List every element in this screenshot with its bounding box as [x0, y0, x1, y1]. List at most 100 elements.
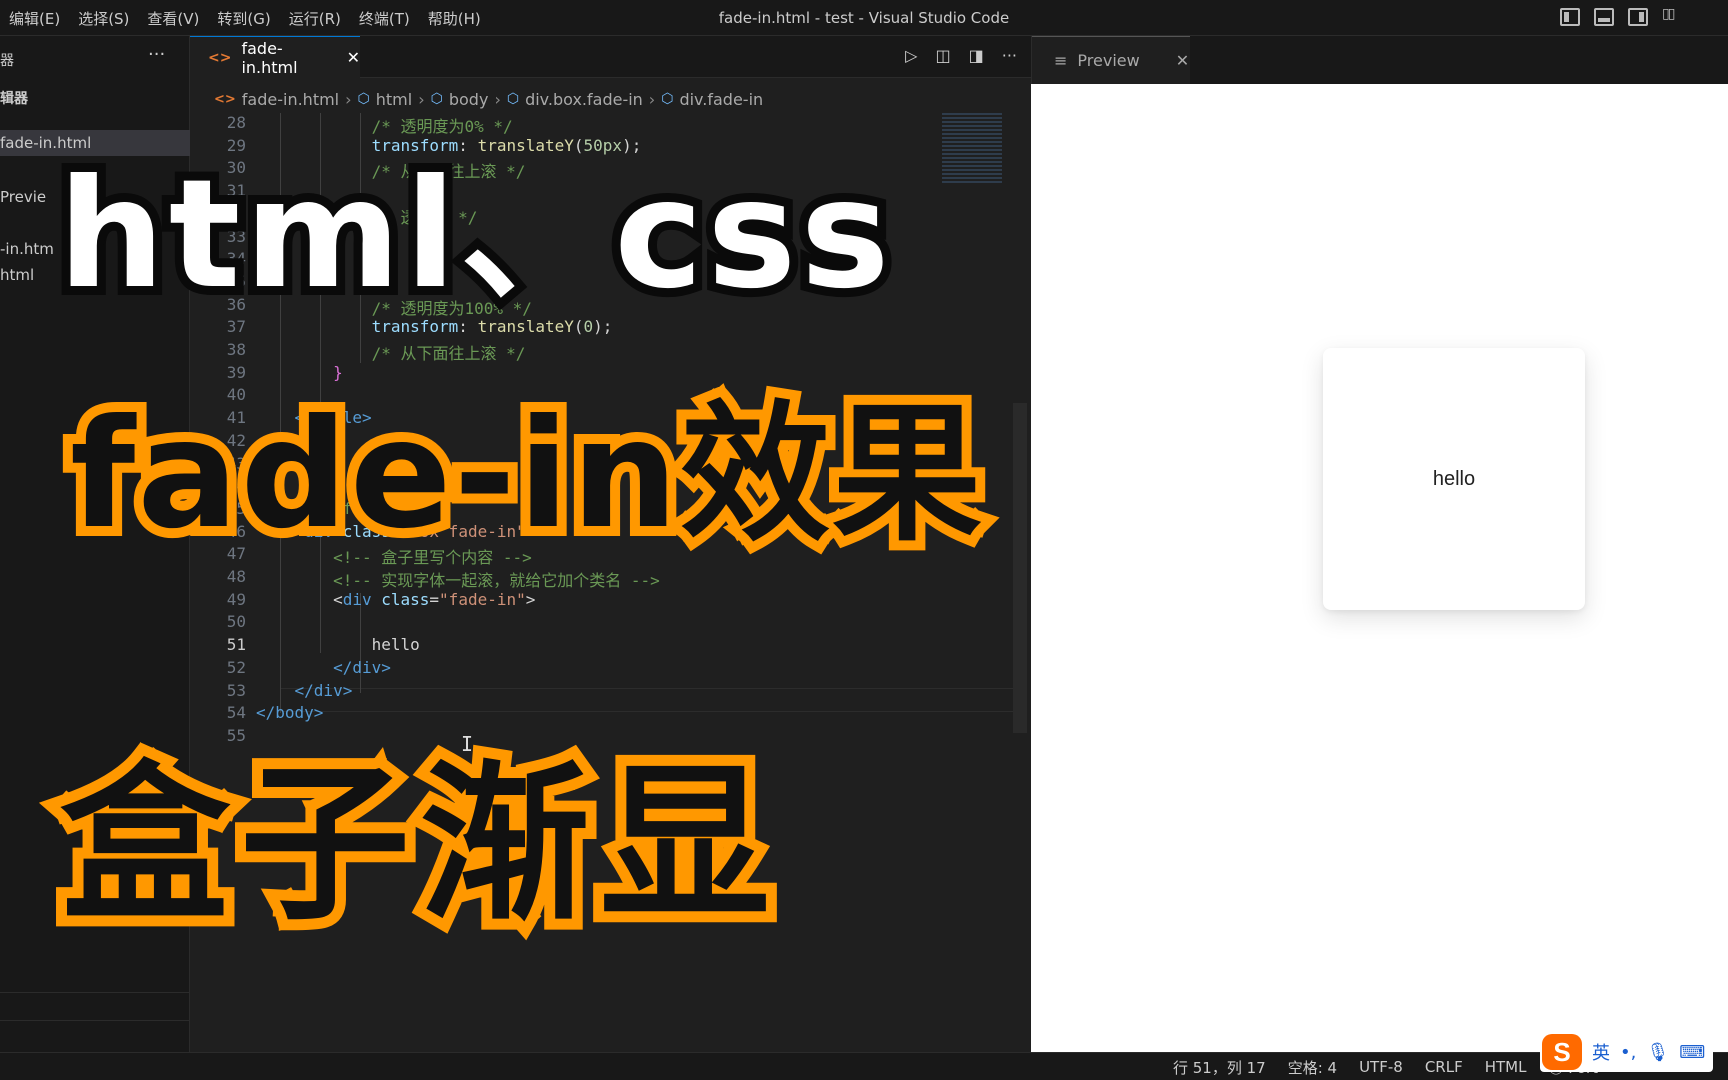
code-line: } [256, 363, 343, 382]
code-line: </div> [256, 680, 353, 700]
chevron-right-icon: › [418, 89, 425, 109]
element-cube-icon: ⬡ [661, 91, 674, 107]
code-line: </div> [256, 658, 391, 677]
preview-tab-label: Preview [1077, 51, 1140, 70]
tab-label: fade-in.html [241, 38, 298, 77]
banner-title-line1: html、css [49, 148, 899, 322]
line-ending[interactable]: CRLF [1425, 1058, 1463, 1076]
line-number: 52 [226, 657, 246, 677]
cursor-position[interactable]: 行 51，列 17 [1173, 1057, 1266, 1078]
code-line: <div class="fade-in"> [256, 590, 535, 609]
language-mode[interactable]: HTML [1485, 1058, 1527, 1076]
menu-item[interactable]: 终端(T) [350, 8, 419, 29]
code-token: </div> [256, 657, 391, 677]
sogou-logo-icon: S [1542, 1034, 1582, 1070]
code-token: hello [256, 635, 420, 655]
menu-item[interactable]: 转到(G) [208, 8, 279, 29]
banner-title-line2: fade-in效果 [60, 388, 992, 562]
line-number: 50 [226, 612, 246, 632]
line-number: 55 [226, 725, 246, 745]
breadcrumb-div-fade-in[interactable]: ⬡ div.fade-in [661, 90, 763, 109]
code-token: </div> [256, 680, 353, 700]
element-cube-icon: ⬡ [506, 91, 520, 107]
code-token: </body> [256, 703, 324, 723]
close-tab-icon[interactable]: ✕ [347, 48, 360, 67]
code-line: /* 从下面往上滚 */ [256, 340, 526, 364]
status-right: 行 51，列 17 空格: 4 UTF-8 CRLF HTML ⦿ Port [1173, 1053, 1598, 1080]
split-editor-icon[interactable]: ◨ [969, 46, 984, 65]
tab-fade-in-html[interactable]: <> fade-in.html ✕ [190, 36, 360, 78]
vertical-scrollbar[interactable] [1013, 403, 1027, 733]
keyboard-icon[interactable]: ⌨ [1679, 1042, 1705, 1063]
breadcrumb-file[interactable]: <> fade-in.html [214, 90, 339, 109]
line-number: 49 [226, 589, 246, 609]
open-editor-item-preview[interactable]: Previe [0, 188, 46, 206]
line-number: 48 [226, 567, 246, 586]
code-line: hello [256, 635, 420, 654]
line-number: 28 [226, 113, 246, 132]
code-token: class [371, 589, 430, 609]
line-number: 51 [226, 635, 246, 655]
preview-pane: hello [1031, 84, 1728, 1052]
line-number: 54 [226, 703, 246, 723]
toggle-panel-icon[interactable] [1594, 8, 1614, 26]
more-actions-icon[interactable]: ··· [1002, 46, 1017, 65]
code-token: /* 透明度为0% */ [256, 117, 513, 136]
menu-item[interactable]: 帮助(H) [419, 8, 490, 29]
code-line: <!-- 实现字体一起滚，就给它加个类名 --> [256, 567, 660, 591]
ime-toolbar[interactable]: S 英 •, 🎙 ⌨ [1540, 1032, 1714, 1072]
chevron-right-icon: › [494, 89, 501, 109]
banner-title-line3: 盒子渐显 [49, 746, 781, 944]
element-cube-icon: ⬡ [357, 91, 370, 107]
text-cursor-icon: I [461, 732, 474, 756]
editor-actions: ▷ ◫ ◨ ··· [905, 46, 1017, 65]
menu-item[interactable]: 选择(S) [69, 8, 138, 29]
close-preview-icon[interactable]: ✕ [1176, 51, 1189, 70]
file-item[interactable]: -in.htm [0, 240, 54, 258]
breadcrumb-body[interactable]: ⬡ body [431, 90, 489, 109]
line-number: 39 [226, 362, 246, 382]
minimap[interactable] [942, 113, 1002, 183]
microphone-icon[interactable]: 🎙 [1646, 1042, 1669, 1063]
code-line: </body> [256, 703, 323, 722]
code-token: "fade-in" [439, 589, 526, 609]
divider [0, 992, 190, 993]
punctuation-icon[interactable]: •, [1620, 1042, 1636, 1063]
code-token: /* 从下面往上滚 */ [256, 344, 526, 363]
menu-item[interactable]: 编辑(E) [0, 8, 69, 29]
chevron-right-icon: › [345, 89, 352, 109]
menu-item[interactable]: 运行(R) [280, 8, 350, 29]
divider [0, 1020, 190, 1021]
file-item[interactable]: html [0, 266, 34, 284]
title-bar: 编辑(E) 选择(S) 查看(V) 转到(G) 运行(R) 终端(T) 帮助(H) fade… [0, 0, 1728, 36]
breadcrumb-div-box[interactable]: ⬡ div.box.fade-in [507, 90, 643, 109]
customize-layout-icon[interactable] [1662, 6, 1682, 26]
breadcrumb-html[interactable]: ⬡ html [358, 90, 413, 109]
open-preview-icon[interactable]: ◫ [935, 46, 950, 65]
code-token: = [429, 589, 440, 609]
fade-in-box: hello [1323, 348, 1585, 610]
ime-mode[interactable]: 英 [1592, 1039, 1610, 1065]
toggle-secondary-sidebar-icon[interactable] [1628, 8, 1648, 26]
editor-tab-bar: <> fade-in.html ✕ ▷ ◫ ◨ ··· [190, 36, 1031, 78]
code-token: < [256, 589, 343, 609]
code-token: div [342, 589, 372, 609]
toggle-primary-sidebar-icon[interactable] [1560, 8, 1580, 26]
html-file-icon: <> [208, 49, 232, 66]
preview-tab-bar: ≡ Preview ✕ [1031, 36, 1728, 84]
html-file-icon: <> [214, 91, 236, 107]
run-icon[interactable]: ▷ [905, 46, 917, 65]
code-token: } [256, 362, 343, 382]
indentation[interactable]: 空格: 4 [1288, 1057, 1337, 1078]
code-token: > [525, 589, 536, 609]
menu-item[interactable]: 查看(V) [138, 8, 208, 29]
menu-bar: 编辑(E) 选择(S) 查看(V) 转到(G) 运行(R) 终端(T) 帮助(H) [0, 0, 490, 36]
encoding[interactable]: UTF-8 [1359, 1058, 1403, 1076]
box-text: hello [1432, 467, 1476, 490]
line-number: 53 [226, 680, 246, 700]
open-editors-section[interactable]: 辑器 [0, 88, 28, 108]
tab-preview[interactable]: ≡ Preview ✕ [1032, 36, 1190, 84]
line-number: 38 [226, 340, 246, 359]
layout-controls [1560, 6, 1682, 26]
more-actions-icon[interactable]: ··· [148, 44, 165, 65]
